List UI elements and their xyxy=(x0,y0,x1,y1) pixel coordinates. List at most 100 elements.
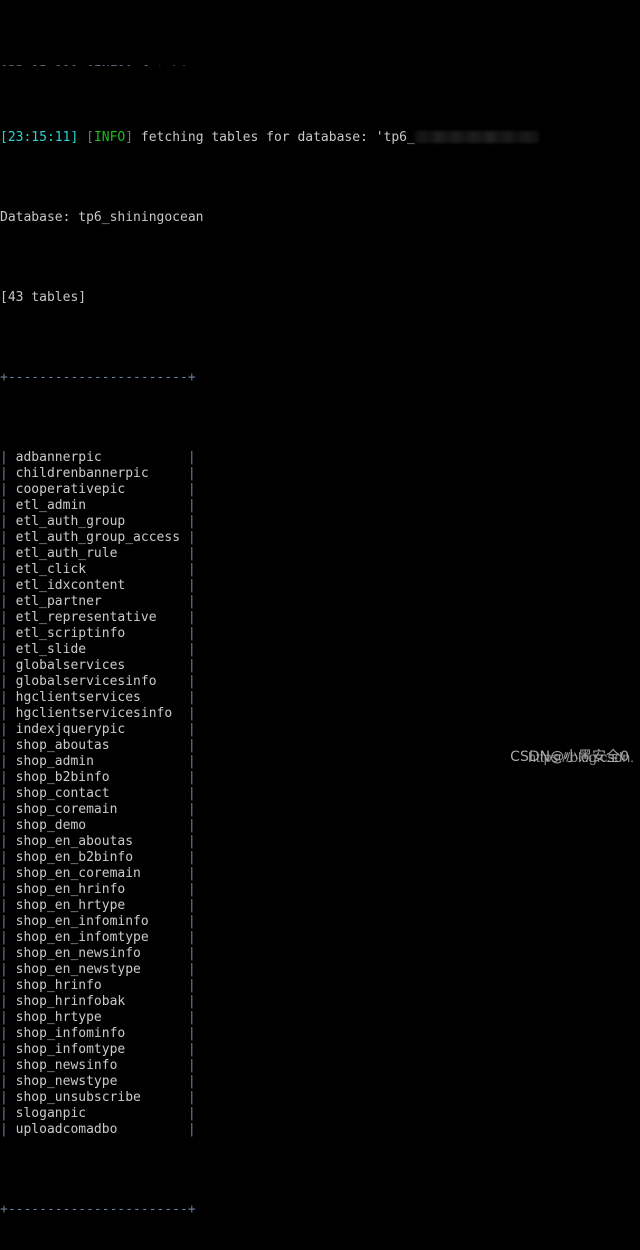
table-name: indexjquerypic xyxy=(15,722,126,737)
row-left-pipe: | xyxy=(0,562,16,577)
table-row: | etl_auth_group_access | xyxy=(0,530,640,546)
table-name: shop_en_newsinfo xyxy=(15,946,141,961)
row-right-pipe: | xyxy=(187,482,196,497)
row-padding xyxy=(117,1122,187,1137)
table-row: | shop_b2binfo | xyxy=(0,770,640,786)
row-left-pipe: | xyxy=(0,834,16,849)
row-left-pipe: | xyxy=(0,1090,16,1105)
row-padding xyxy=(117,1074,187,1089)
row-padding xyxy=(94,754,188,769)
table-row: | shop_unsubscribe | xyxy=(0,1090,640,1106)
row-left-pipe: | xyxy=(0,690,16,705)
row-left-pipe: | xyxy=(0,786,16,801)
table-name: etl_slide xyxy=(15,642,87,657)
table-row: | etl_representative | xyxy=(0,610,640,626)
row-padding xyxy=(110,770,188,785)
log-level-open-bracket: [ xyxy=(86,130,94,145)
table-name: childrenbannerpic xyxy=(15,466,149,481)
table-row: | etl_partner | xyxy=(0,594,640,610)
table-name: shop_en_infomtype xyxy=(15,930,149,945)
table-name: shop_en_aboutas xyxy=(15,834,134,849)
table-name: etl_representative xyxy=(15,610,157,625)
row-left-pipe: | xyxy=(0,514,16,529)
row-left-pipe: | xyxy=(0,498,16,513)
row-padding xyxy=(125,882,188,897)
table-row: | shop_en_coremain | xyxy=(0,866,640,882)
row-left-pipe: | xyxy=(0,642,16,657)
table-name: shop_en_hrtype xyxy=(15,898,126,913)
row-padding xyxy=(117,802,187,817)
row-padding xyxy=(133,850,188,865)
table-name: shop_b2binfo xyxy=(15,770,110,785)
row-right-pipe: | xyxy=(187,1042,196,1057)
row-padding xyxy=(110,786,188,801)
row-padding xyxy=(86,818,188,833)
table-name: etl_auth_group xyxy=(15,514,126,529)
table-row: | cooperativepic | xyxy=(0,482,640,498)
table-row: | indexjquerypic | xyxy=(0,722,640,738)
row-right-pipe: | xyxy=(187,658,196,673)
row-right-pipe: | xyxy=(187,594,196,609)
row-left-pipe: | xyxy=(0,754,16,769)
row-right-pipe: | xyxy=(187,866,196,881)
row-padding xyxy=(125,722,188,737)
database-line: Database: tp6_shiningocean xyxy=(0,210,204,225)
row-padding xyxy=(117,546,187,561)
table-name: etl_click xyxy=(15,562,87,577)
row-left-pipe: | xyxy=(0,578,16,593)
table-row: | hgclientservices | xyxy=(0,690,640,706)
row-padding xyxy=(102,594,188,609)
table-row: | shop_en_infominfo | xyxy=(0,914,640,930)
row-padding xyxy=(141,1090,188,1105)
table-row: | globalservicesinfo | xyxy=(0,674,640,690)
row-padding xyxy=(141,946,188,961)
table-name: etl_scriptinfo xyxy=(15,626,126,641)
table-row: | shop_hrtype | xyxy=(0,1010,640,1026)
row-right-pipe: | xyxy=(187,514,196,529)
row-right-pipe: | xyxy=(187,898,196,913)
table-row: | shop_en_aboutas | xyxy=(0,834,640,850)
row-left-pipe: | xyxy=(0,674,16,689)
row-right-pipe: | xyxy=(187,674,196,689)
row-padding xyxy=(141,962,188,977)
row-padding xyxy=(141,690,188,705)
table-name: globalservicesinfo xyxy=(15,674,157,689)
row-right-pipe: | xyxy=(187,738,196,753)
row-right-pipe: | xyxy=(187,914,196,929)
table-count-line: [43 tables] xyxy=(0,290,87,305)
table-name: sloganpic xyxy=(15,1106,87,1121)
row-padding xyxy=(141,866,188,881)
row-padding xyxy=(125,578,188,593)
row-left-pipe: | xyxy=(0,1058,16,1073)
row-left-pipe: | xyxy=(0,930,16,945)
row-left-pipe: | xyxy=(0,994,16,1009)
row-padding xyxy=(180,530,188,545)
table-name: shop_demo xyxy=(15,818,87,833)
row-right-pipe: | xyxy=(187,450,196,465)
row-left-pipe: | xyxy=(0,1026,16,1041)
row-padding xyxy=(133,834,188,849)
table-row: | etl_click | xyxy=(0,562,640,578)
row-left-pipe: | xyxy=(0,658,16,673)
row-padding xyxy=(86,1106,188,1121)
table-name: etl_idxcontent xyxy=(15,578,126,593)
log-level-close-bracket: ] xyxy=(125,130,134,145)
row-right-pipe: | xyxy=(187,850,196,865)
row-padding xyxy=(125,1026,188,1041)
row-right-pipe: | xyxy=(187,946,196,961)
table-row: | shop_newstype | xyxy=(0,1074,640,1090)
row-left-pipe: | xyxy=(0,770,16,785)
row-left-pipe: | xyxy=(0,450,16,465)
row-padding xyxy=(157,674,188,689)
table-row: | shop_demo | xyxy=(0,818,640,834)
row-right-pipe: | xyxy=(187,466,196,481)
table-name: shop_en_infominfo xyxy=(15,914,149,929)
row-right-pipe: | xyxy=(187,1026,196,1041)
row-right-pipe: | xyxy=(187,770,196,785)
table-name: hgclientservices xyxy=(15,690,141,705)
row-left-pipe: | xyxy=(0,914,16,929)
table-name: shop_hrtype xyxy=(15,1010,102,1025)
row-padding xyxy=(117,1058,187,1073)
table-name: shop_admin xyxy=(15,754,94,769)
terminal-window: [23:15:11] [INFO] fetching [23:15:11] [I… xyxy=(0,0,640,1217)
